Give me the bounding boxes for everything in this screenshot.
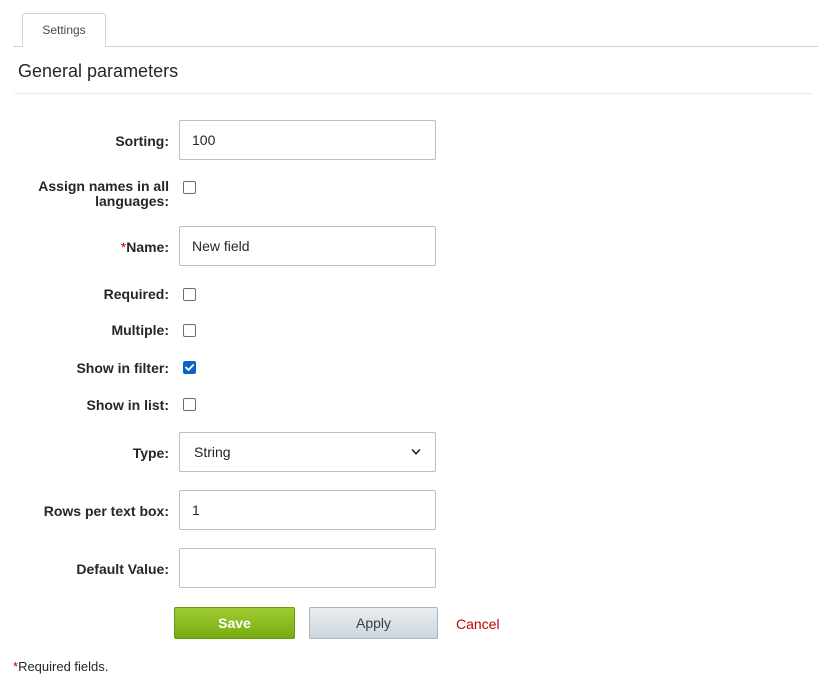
multiple-checkbox[interactable] (183, 324, 196, 337)
assign-names-checkbox[interactable] (183, 181, 196, 194)
name-input[interactable] (179, 226, 436, 266)
checkmark-icon (185, 364, 195, 371)
tab-bar: Settings (13, 13, 818, 47)
show-in-list-checkbox[interactable] (183, 398, 196, 411)
sorting-label: Sorting: (115, 133, 169, 149)
type-label: Type: (132, 445, 169, 461)
sorting-input[interactable] (179, 120, 436, 160)
show-in-list-label: Show in list: (86, 397, 169, 413)
type-select-value: String (194, 444, 231, 460)
tab-settings[interactable]: Settings (22, 13, 106, 47)
required-fields-note: *Required fields. (13, 659, 108, 674)
required-label: Required: (103, 286, 169, 302)
rows-per-text-box-input[interactable] (179, 490, 436, 530)
show-in-filter-label: Show in filter: (76, 360, 169, 376)
assign-names-label-line1: Assign names in all (38, 178, 169, 194)
default-value-input[interactable] (179, 548, 436, 588)
section-title: General parameters (18, 61, 179, 81)
name-label: *Name: (121, 240, 169, 255)
type-select[interactable]: String (179, 432, 436, 472)
name-label-text: Name: (126, 239, 169, 255)
section-divider (14, 93, 812, 94)
assign-names-label-line2: languages: (95, 193, 169, 209)
chevron-down-icon (411, 449, 421, 455)
footnote-text: Required fields. (18, 659, 109, 674)
show-in-filter-checkbox[interactable] (183, 361, 196, 374)
multiple-label: Multiple: (111, 322, 169, 338)
required-checkbox[interactable] (183, 288, 196, 301)
default-value-label: Default Value: (76, 561, 169, 577)
rows-per-text-box-label: Rows per text box: (43, 503, 169, 519)
cancel-link[interactable]: Cancel (456, 616, 500, 632)
save-button[interactable]: Save (174, 607, 295, 639)
assign-names-label: Assign names in all languages: (38, 179, 169, 209)
apply-button[interactable]: Apply (309, 607, 438, 639)
